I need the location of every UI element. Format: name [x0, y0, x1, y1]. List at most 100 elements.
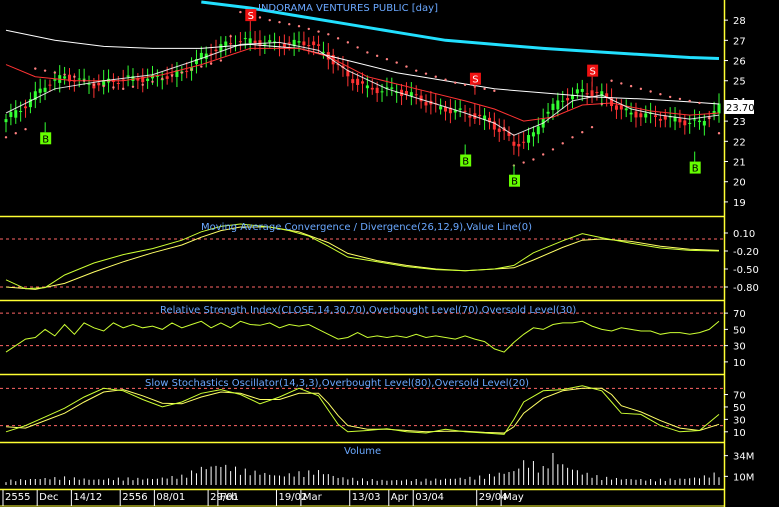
sar-dot — [346, 41, 350, 44]
candle-body — [312, 41, 316, 46]
sar-dot — [366, 51, 369, 54]
sar-dot — [649, 90, 652, 93]
candle-body — [356, 78, 360, 85]
rsi-panel-title: Relative Strength Index(CLOSE,14,30,70),… — [160, 305, 576, 316]
sar-dot — [385, 57, 389, 61]
candle-body — [370, 87, 374, 90]
sar-dot — [151, 80, 154, 83]
candle-body — [390, 87, 394, 89]
x-tick-label: Dec — [39, 492, 58, 503]
candle-body — [146, 78, 150, 81]
y-tick-label: 26 — [733, 57, 746, 68]
candle-body — [527, 135, 531, 143]
sar-dot — [102, 84, 105, 88]
candle-body — [53, 79, 57, 81]
candle-body — [590, 90, 594, 97]
sar-dot — [659, 93, 662, 96]
candle-body — [238, 41, 242, 43]
sar-dot — [4, 136, 8, 139]
y-tick-label: 10M — [733, 472, 754, 483]
candle-body — [693, 119, 697, 121]
candle-body — [24, 106, 28, 109]
sar-dot — [688, 99, 691, 103]
sar-dot — [571, 136, 574, 139]
sar-dot — [307, 27, 310, 31]
candle-body — [317, 44, 321, 46]
sar-dot — [200, 65, 203, 68]
sar-dot — [190, 68, 193, 71]
y-tick-label: 21 — [733, 158, 746, 169]
y-tick-label: 50 — [733, 403, 746, 414]
candle-body — [224, 41, 228, 46]
candle-body — [307, 45, 311, 47]
candle-body — [697, 120, 701, 123]
sar-dot — [288, 22, 291, 26]
sar-dot — [434, 75, 437, 78]
sar-dot — [317, 30, 320, 33]
stochastic-panel-title: Slow Stochastics Oscillator(14,3,3),Over… — [145, 378, 529, 389]
sar-dot — [698, 101, 701, 105]
candle-body — [561, 100, 565, 102]
y-tick-label: 20 — [733, 178, 746, 189]
sar-dot — [629, 84, 633, 88]
sar-dot — [454, 81, 457, 84]
candle-body — [229, 43, 233, 45]
candle-body — [4, 119, 8, 123]
signal-label: S — [589, 67, 595, 78]
sar-dot — [34, 67, 37, 70]
candle-body — [97, 82, 101, 86]
y-tick-label: -0.20 — [733, 247, 759, 258]
candle-body — [580, 88, 584, 92]
stock-chart: S B S B B S B INDORAMA VENTURES PUBLIC [day] M… — [0, 0, 779, 507]
candle-body — [658, 118, 662, 121]
candle-body — [585, 93, 589, 95]
sar-dot — [327, 33, 330, 36]
y-tick-label: 23 — [733, 117, 746, 128]
sar-dot — [424, 72, 428, 75]
sar-dot — [219, 59, 223, 62]
candle-body — [38, 88, 42, 93]
candle-body — [531, 132, 535, 137]
signal-label: S — [472, 75, 478, 86]
x-tick-label: Apr — [391, 492, 409, 503]
candle-body — [517, 144, 521, 147]
last-price-label: 23.70 — [726, 103, 755, 114]
sar-dot — [122, 87, 125, 91]
sar-dot — [297, 25, 301, 28]
candle-body — [629, 112, 633, 115]
candle-body — [63, 76, 67, 79]
sar-dot — [209, 62, 213, 65]
candle-body — [717, 103, 721, 114]
sar-dot — [541, 153, 545, 156]
y-tick-label: 10 — [733, 428, 746, 439]
y-tick-label: 34M — [733, 452, 754, 463]
candle-body — [619, 105, 623, 110]
sar-dot — [131, 85, 135, 88]
candle-body — [551, 103, 555, 111]
candle-body — [380, 91, 384, 93]
candle-body — [624, 108, 628, 111]
candle-body — [673, 117, 677, 122]
y-tick-label: 10 — [733, 358, 746, 369]
signal-label: S — [248, 11, 254, 22]
candle-body — [126, 75, 130, 77]
candle-body — [414, 94, 418, 96]
sar-dot — [24, 128, 27, 131]
candle-body — [9, 112, 13, 118]
candle-body — [14, 110, 18, 118]
candle-body — [302, 41, 306, 46]
candle-body — [468, 115, 472, 118]
candle-body — [243, 38, 247, 40]
sar-dot — [229, 35, 232, 38]
candle-body — [287, 42, 291, 44]
price-panel-title: INDORAMA VENTURES PUBLIC [day] — [258, 3, 438, 14]
candle-body — [702, 120, 706, 126]
candle-body — [497, 128, 501, 132]
sar-dot — [668, 95, 672, 99]
sar-dot — [717, 132, 721, 135]
sar-dot — [639, 87, 643, 91]
candle-body — [595, 91, 599, 94]
candle-body — [365, 85, 369, 89]
y-tick-label: 30 — [733, 415, 746, 426]
candle-body — [185, 70, 189, 72]
